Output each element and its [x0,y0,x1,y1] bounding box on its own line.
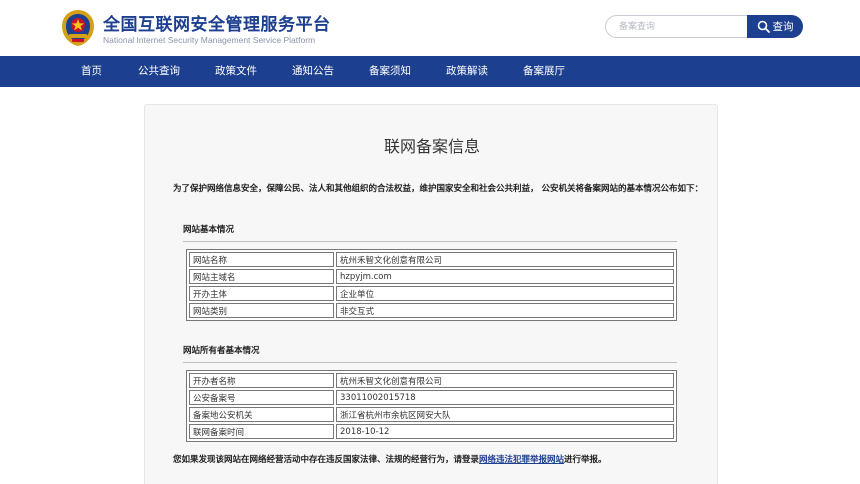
table-value: 非交互式 [336,303,674,318]
nav-item-notices[interactable]: 通知公告 [292,56,334,87]
search-button[interactable]: 查询 [747,15,803,38]
header: 全国互联网安全管理服务平台 National Internet Security… [0,0,860,56]
report-site-link[interactable]: 网络违法犯罪举报网站 [479,455,564,465]
table-key: 公安备案号 [189,390,334,405]
table-value: 企业单位 [336,286,674,301]
site-info-table: 网站名称 杭州禾智文化创意有限公司 网站主域名 hzpyjm.com 开办主体 … [186,249,677,321]
section-divider [183,241,677,242]
table-value: 浙江省杭州市余杭区网安大队 [336,407,674,422]
page-title: 联网备案信息 [383,137,480,156]
nav-item-filing-hall[interactable]: 备案展厅 [523,56,565,87]
search-button-label: 查询 [772,21,794,33]
report-note: 您如果发现该网站在网络经营活动中存在违反国家法律、法规的经营行为，请登录网络违法… [173,453,607,465]
table-key: 网站类别 [189,303,334,318]
table-value: 2018-10-12 [336,424,674,439]
owner-info-table: 开办者名称 杭州禾智文化创意有限公司 公安备案号 33011002015718 … [186,370,677,442]
police-emblem-icon[interactable] [60,8,96,48]
owner-section-title: 网站所有者基本情况 [183,346,260,356]
nav-item-policy-interp[interactable]: 政策解读 [446,56,488,87]
table-row: 备案地公安机关 浙江省杭州市余杭区网安大队 [189,407,674,422]
site-subtitle: National Internet Security Management Se… [103,35,316,45]
search-input[interactable] [605,15,749,38]
table-key: 开办主体 [189,286,334,301]
report-note-suffix: 进行举报。 [564,455,607,465]
report-note-text: 您如果发现该网站在网络经营活动中存在违反国家法律、法规的经营行为，请登录 [173,455,480,465]
search-icon [757,20,770,33]
intro-text: 为了保护网络信息安全，保障公民、法人和其他组织的合法权益，维护国家安全和社会公共… [173,184,703,194]
table-row: 网站类别 非交互式 [189,303,674,318]
main-nav: 首页 公共查询 政策文件 通知公告 备案须知 政策解读 备案展厅 [0,56,860,87]
table-row: 网站主域名 hzpyjm.com [189,269,674,284]
table-row: 联网备案时间 2018-10-12 [189,424,674,439]
table-row: 开办者名称 杭州禾智文化创意有限公司 [189,373,674,388]
table-key: 网站主域名 [189,269,334,284]
table-row: 网站名称 杭州禾智文化创意有限公司 [189,252,674,267]
table-key: 联网备案时间 [189,424,334,439]
site-section-title: 网站基本情况 [183,225,235,235]
table-key: 开办者名称 [189,373,334,388]
table-key: 备案地公安机关 [189,407,334,422]
nav-item-policy-docs[interactable]: 政策文件 [215,56,257,87]
table-row: 公安备案号 33011002015718 [189,390,674,405]
table-value: hzpyjm.com [336,269,674,284]
nav-item-filing-guide[interactable]: 备案须知 [369,56,411,87]
site-title: 全国互联网安全管理服务平台 [103,15,331,35]
table-row: 开办主体 企业单位 [189,286,674,301]
table-value: 33011002015718 [336,390,674,405]
nav-item-home[interactable]: 首页 [81,56,102,87]
table-value: 杭州禾智文化创意有限公司 [336,252,674,267]
section-divider [183,362,677,363]
nav-item-public-query[interactable]: 公共查询 [138,56,180,87]
filing-info-card: 联网备案信息 为了保护网络信息安全，保障公民、法人和其他组织的合法权益，维护国家… [144,104,718,484]
table-key: 网站名称 [189,252,334,267]
table-value: 杭州禾智文化创意有限公司 [336,373,674,388]
